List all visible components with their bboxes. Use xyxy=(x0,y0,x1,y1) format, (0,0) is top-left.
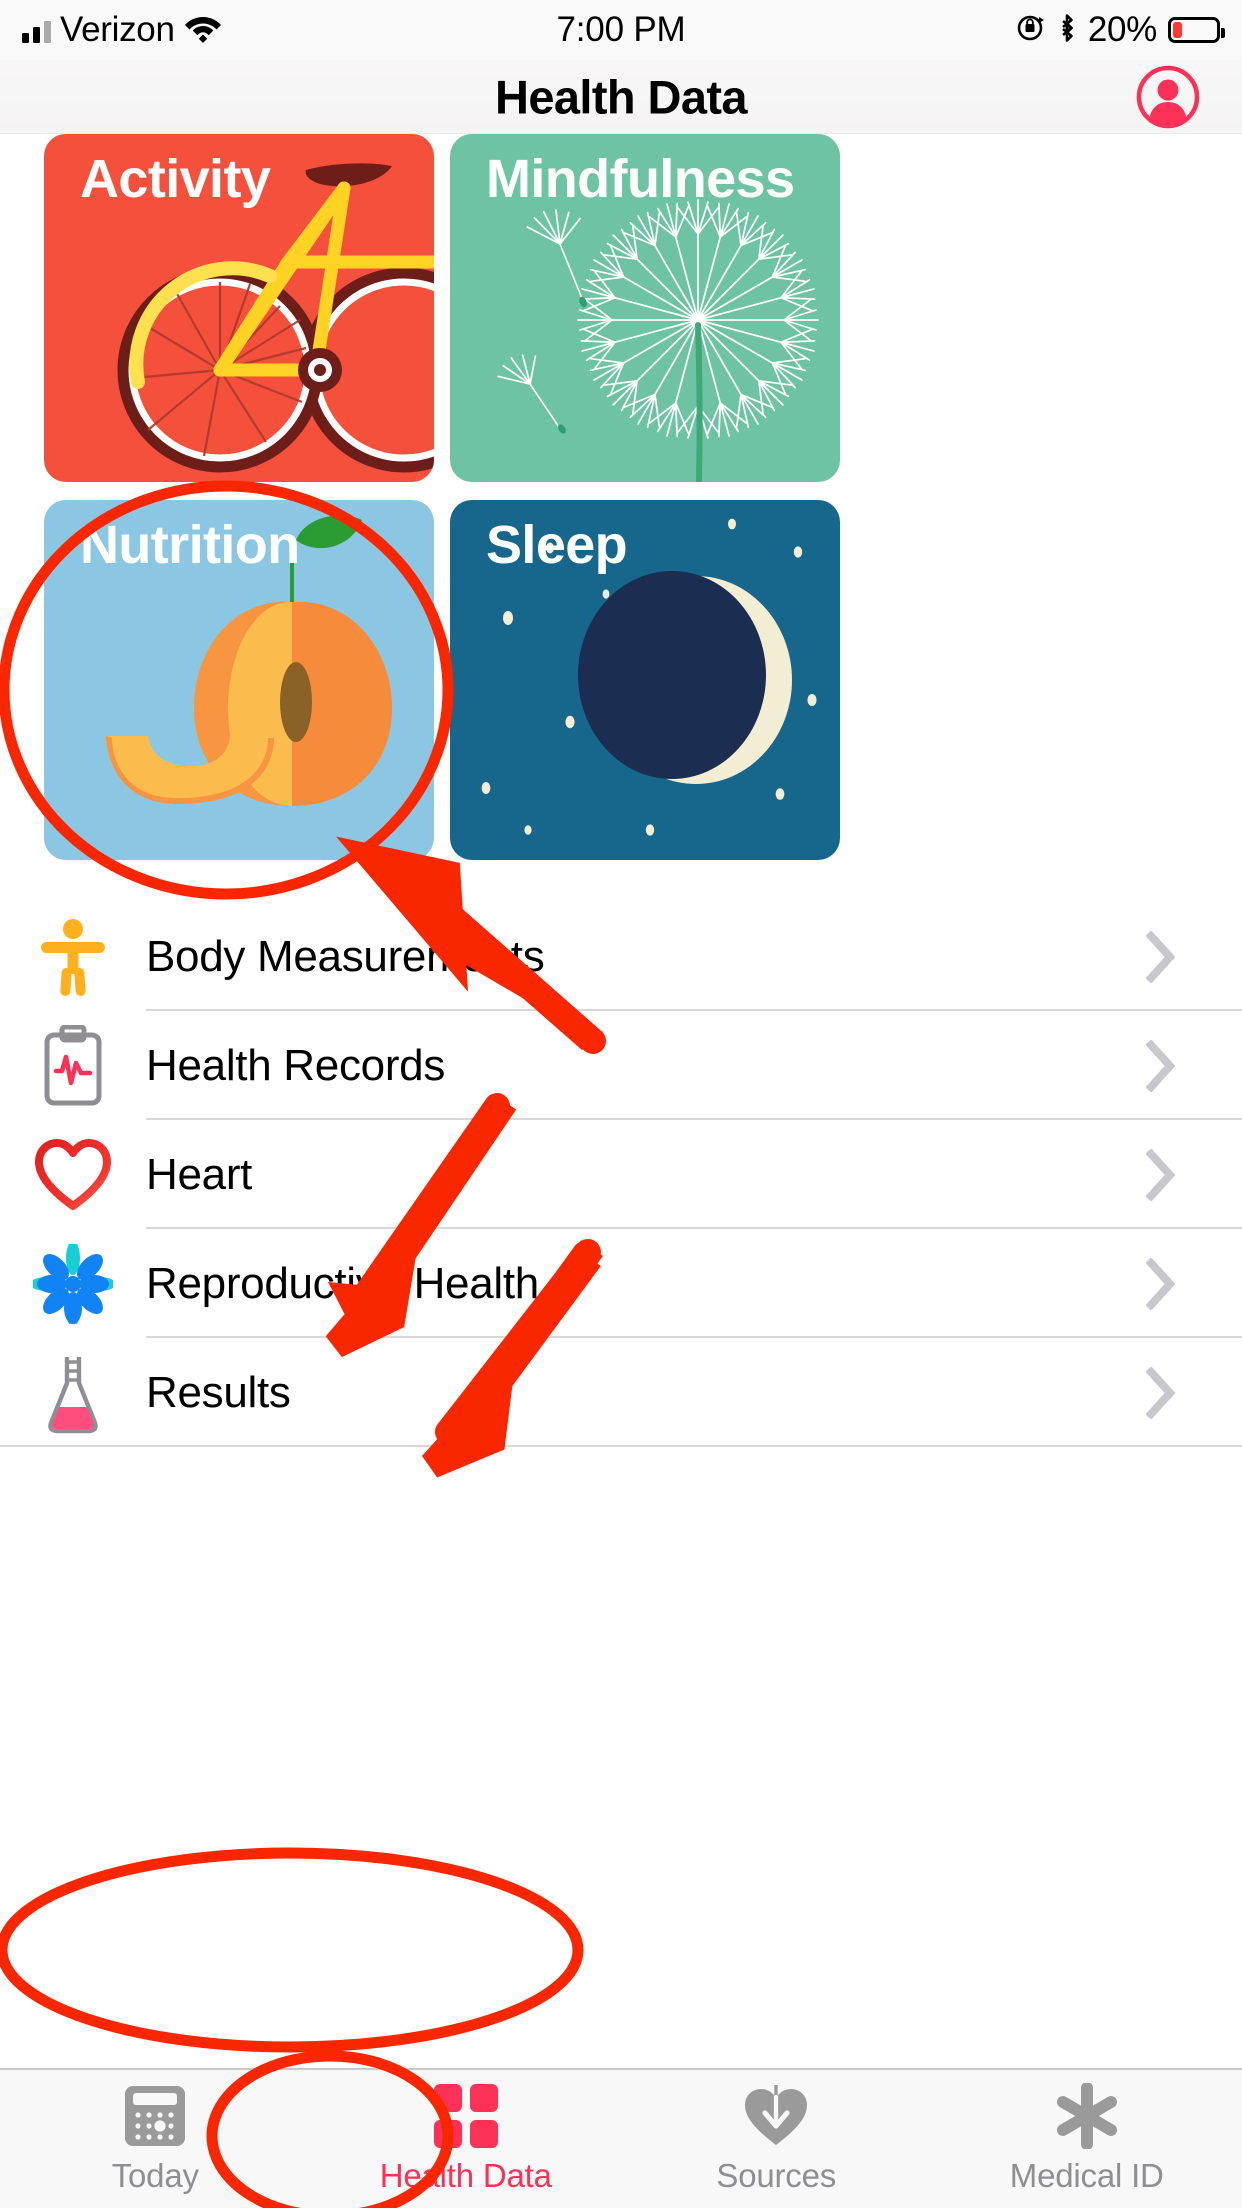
list-item-reproductive-health[interactable]: Reproductive Health xyxy=(0,1229,1242,1338)
card-activity[interactable]: Activity xyxy=(44,134,434,482)
list-item-label: Body Measurements xyxy=(146,931,545,981)
rotation-lock-icon xyxy=(1016,13,1046,48)
list-item-health-records[interactable]: Health Records xyxy=(0,1011,1242,1120)
tab-bar: Today Health Data Sources Medical ID xyxy=(0,2068,1242,2208)
card-sleep-label: Sleep xyxy=(486,515,628,575)
card-activity-label: Activity xyxy=(80,149,271,209)
tab-label: Health Data xyxy=(379,2157,552,2194)
tab-medical-id[interactable]: Medical ID xyxy=(932,2070,1242,2208)
chevron-right-icon xyxy=(1146,1148,1242,1201)
card-mindfulness[interactable]: Mindfulness xyxy=(450,134,840,482)
tab-label: Sources xyxy=(716,2157,837,2194)
list-item-label: Reproductive Health xyxy=(146,1258,539,1308)
battery-icon xyxy=(1168,17,1225,43)
card-sleep[interactable]: Sleep xyxy=(450,500,840,860)
category-list: Body Measurements Health Records Heart R… xyxy=(0,902,1242,1447)
status-bar-right: 20% xyxy=(1016,0,1225,60)
body-figure-icon xyxy=(0,918,146,996)
chevron-right-icon xyxy=(1146,1257,1242,1310)
profile-avatar-icon[interactable] xyxy=(1136,65,1200,129)
list-item-label: Heart xyxy=(146,1149,253,1199)
chevron-right-icon xyxy=(1146,930,1242,983)
tab-today[interactable]: Today xyxy=(0,2070,311,2208)
heart-download-icon xyxy=(741,2083,811,2149)
chevron-right-icon xyxy=(1146,1039,1242,1092)
calendar-icon xyxy=(121,2083,189,2149)
asterisk-icon xyxy=(1054,2083,1120,2149)
list-item-body-measurements[interactable]: Body Measurements xyxy=(0,902,1242,1011)
card-mindfulness-label: Mindfulness xyxy=(486,149,795,209)
tab-sources[interactable]: Sources xyxy=(621,2070,932,2208)
chevron-right-icon xyxy=(1146,1366,1242,1419)
heart-outline-icon xyxy=(0,1138,146,1212)
health-data-screen: Verizon 7:00 PM 20% Health Data Activity… xyxy=(0,0,1242,2208)
tab-label: Medical ID xyxy=(1009,2157,1164,2194)
bluetooth-icon xyxy=(1057,12,1077,49)
lab-flask-icon xyxy=(0,1351,146,1435)
tab-label: Today xyxy=(111,2157,199,2194)
card-nutrition-label: Nutrition xyxy=(80,515,300,575)
list-item-label: Health Records xyxy=(146,1040,446,1090)
clipboard-ekg-icon xyxy=(0,1024,146,1107)
list-item-results[interactable]: Results xyxy=(0,1338,1242,1447)
tab-health-data[interactable]: Health Data xyxy=(311,2070,622,2208)
clock-label: 7:00 PM xyxy=(556,10,686,49)
navigation-bar: Health Data xyxy=(0,60,1242,134)
list-item-heart[interactable]: Heart xyxy=(0,1120,1242,1229)
annotation-ellipse-results xyxy=(0,1847,584,2053)
status-bar: Verizon 7:00 PM 20% xyxy=(0,0,1242,60)
battery-percent-label: 20% xyxy=(1087,10,1157,49)
flower-icon xyxy=(0,1243,146,1324)
four-squares-icon xyxy=(433,2083,499,2149)
card-nutrition[interactable]: Nutrition xyxy=(44,500,434,860)
page-title: Health Data xyxy=(495,70,748,123)
list-item-label: Results xyxy=(146,1367,291,1417)
